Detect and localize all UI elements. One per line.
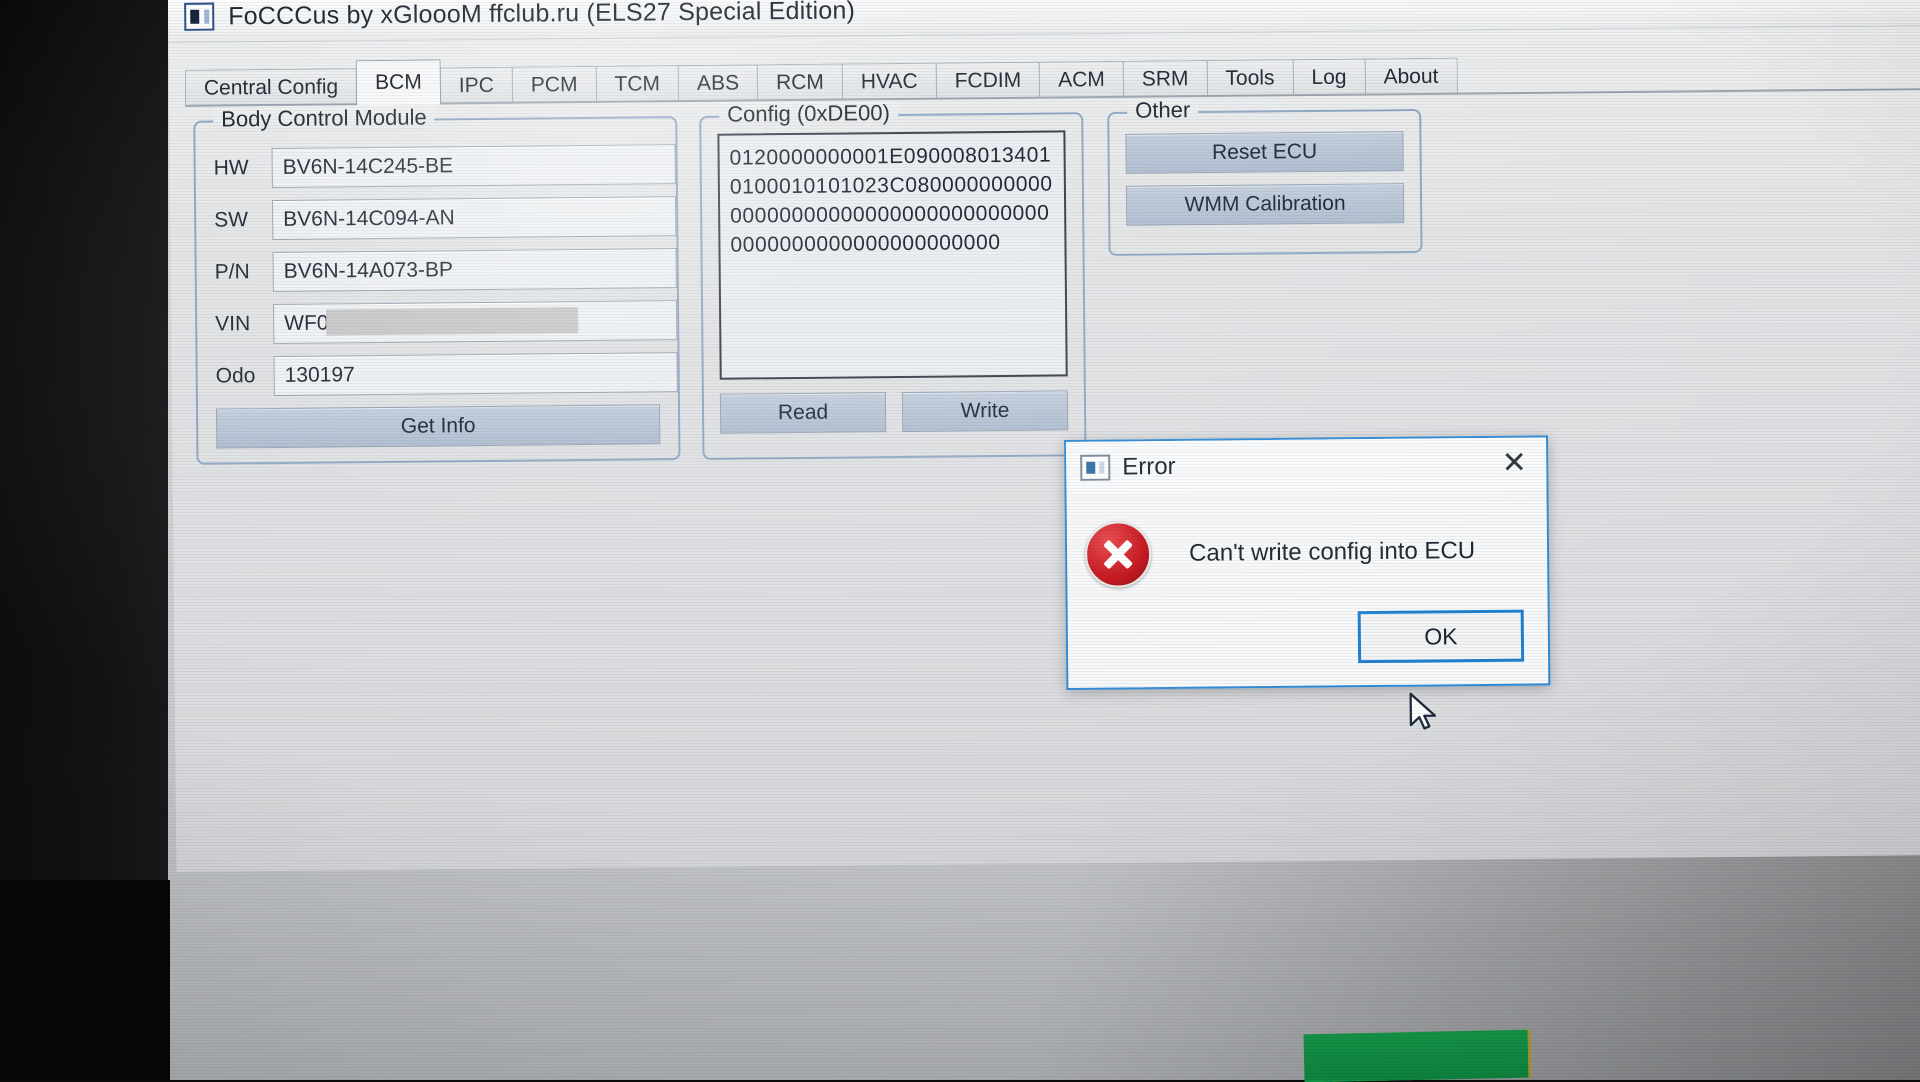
bcm-field-label: HW (213, 156, 249, 180)
get-info-button[interactable]: Get Info (216, 404, 661, 449)
config-hex-line: 0000000000000000000000 (730, 231, 1001, 257)
error-dialog: Error ✕ Can't write config into ECU OK (1064, 435, 1551, 690)
tab-about[interactable]: About (1364, 57, 1458, 96)
tab-log[interactable]: Log (1292, 58, 1366, 97)
config-hex-line: 0100010101023C080000000000 (729, 172, 1053, 199)
bcm-field-input[interactable]: BV6N-14C245-BE (271, 144, 676, 189)
bcm-field-input[interactable]: 130197 (273, 352, 678, 397)
tab-ipc[interactable]: IPC (439, 66, 514, 105)
tab-hvac[interactable]: HVAC (841, 62, 937, 101)
bcm-field-row: P/N BV6N-14A073-BP (197, 248, 677, 293)
bcm-field-input[interactable]: BV6N-14A073-BP (272, 248, 677, 293)
application-window: FoCCCus by xGloooM ffclub.ru (ELS27 Spec… (168, 0, 1920, 872)
app-icon (184, 2, 215, 31)
error-dialog-message: Can't write config into ECU (1188, 537, 1476, 567)
body-control-module-group: Body Control Module HW BV6N-14C245-BE SW BV… (193, 104, 681, 465)
config-hex-line: 00000000000000000000000000 (730, 201, 1050, 228)
close-icon[interactable]: ✕ (1494, 445, 1534, 481)
error-cross-icon (1084, 521, 1152, 588)
bcm-field-input[interactable]: BV6N-14C094-AN (272, 196, 677, 241)
tab-abs[interactable]: ABS (677, 64, 759, 103)
config-group-legend: Config (0xDE00) (719, 100, 898, 128)
error-dialog-body: Can't write config into ECU (1067, 489, 1548, 610)
tab-page-bcm: Body Control Module HW BV6N-14C245-BE SW BV… (169, 90, 1920, 667)
monitor-bezel-bottom-left (0, 880, 170, 1080)
ok-button[interactable]: OK (1357, 609, 1525, 664)
mouse-cursor (1409, 692, 1437, 730)
dialog-app-icon (1080, 454, 1111, 481)
bcm-fields: HW BV6N-14C245-BE SW BV6N-14C094-AN P/N BV6N-… (195, 118, 678, 397)
bcm-field-label: P/N (214, 260, 250, 284)
bcm-group-legend: Body Control Module (213, 104, 435, 133)
window-title: FoCCCus by xGloooM ffclub.ru (ELS27 Spec… (228, 0, 856, 30)
bcm-field-row: VIN WF0 (197, 300, 678, 345)
wmm-calibration-button[interactable]: WMM Calibration (1125, 183, 1405, 226)
tab-acm[interactable]: ACM (1038, 60, 1124, 99)
bcm-field-row: Odo 130197 (198, 352, 678, 397)
config-buttons: Read Write (719, 390, 1069, 434)
reset-ecu-button[interactable]: Reset ECU (1125, 131, 1404, 174)
tab-srm[interactable]: SRM (1122, 60, 1208, 98)
bcm-field-input[interactable]: WF0 (272, 300, 678, 345)
bcm-field-label: Odo (215, 364, 256, 388)
green-object (1303, 1029, 1529, 1082)
vin-redaction-overlay (326, 307, 579, 336)
config-hex-line: 0120000000001E090008013401 (729, 143, 1052, 170)
error-dialog-title-bar: Error ✕ (1066, 437, 1547, 494)
config-hex-textarea[interactable]: 0120000000001E090008013401 0100010101023C… (717, 130, 1068, 380)
config-group: Config (0xDE00) 0120000000001E0900080134… (699, 100, 1087, 460)
error-dialog-title: Error (1122, 452, 1176, 481)
other-group-legend: Other (1127, 97, 1199, 124)
tab-tcm[interactable]: TCM (595, 65, 680, 103)
tab-tools[interactable]: Tools (1206, 59, 1294, 98)
bcm-field-row: SW BV6N-14C094-AN (196, 196, 677, 241)
read-config-button[interactable]: Read (719, 392, 887, 434)
tab-pcm[interactable]: PCM (511, 65, 597, 104)
write-config-button[interactable]: Write (901, 390, 1069, 432)
bcm-field-label: SW (214, 208, 249, 232)
bcm-field-label: VIN (215, 312, 251, 336)
bcm-field-row: HW BV6N-14C245-BE (196, 144, 676, 189)
tab-rcm[interactable]: RCM (756, 63, 844, 102)
tab-bcm[interactable]: BCM (355, 59, 441, 106)
title-bar: FoCCCus by xGloooM ffclub.ru (ELS27 Spec… (168, 0, 1920, 43)
tab-fcdim[interactable]: FCDIM (935, 61, 1041, 100)
other-group: Other Reset ECU WMM Calibration (1107, 97, 1423, 256)
tab-central-config[interactable]: Central Config (184, 68, 358, 107)
